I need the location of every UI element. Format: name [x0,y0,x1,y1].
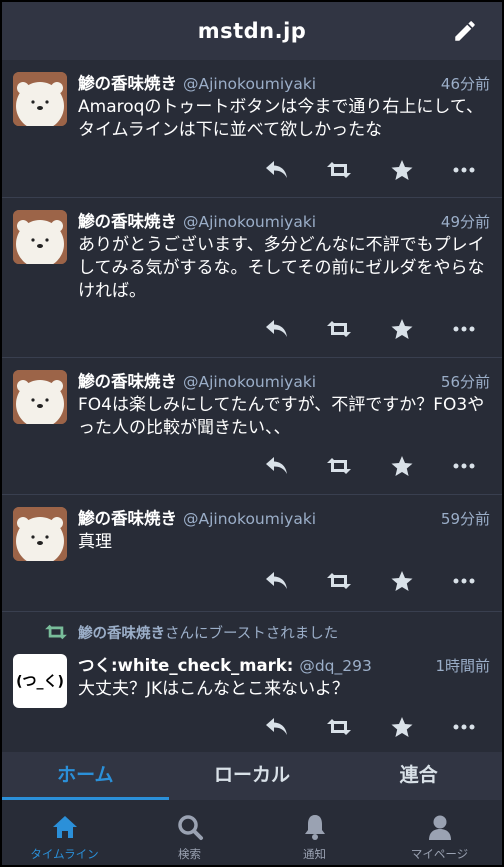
status-actions [2,566,502,596]
status-item[interactable]: 鯵の香味焼き @Ajinokoumiyaki 59分前 真理 [2,495,502,612]
app-header: mstdn.jp [2,2,502,60]
display-name[interactable]: つく:white_check_mark: [78,652,293,676]
favourite-icon[interactable] [387,451,417,481]
avatar[interactable]: (つ_く) [13,654,67,708]
timestamp[interactable]: 1時間前 [435,655,490,676]
timestamp[interactable]: 49分前 [441,211,490,232]
bottom-navigation: タイムライン 検索 通知 マイページ [2,800,502,865]
home-icon [52,816,77,838]
reply-icon[interactable] [262,712,292,742]
boost-icon[interactable] [324,566,354,596]
nav-label: タイムライン [30,847,99,861]
timestamp[interactable]: 56分前 [441,371,490,392]
nav-label: 通知 [303,847,326,861]
user-icon [428,815,451,840]
bell-icon [304,815,325,840]
boost-icon[interactable] [324,712,354,742]
avatar[interactable] [13,210,67,264]
tab-federated[interactable]: 連合 [335,752,502,800]
favourite-icon[interactable] [387,314,417,344]
favourite-icon[interactable] [387,712,417,742]
status-content: 大丈夫？JKはこんなとこ来ないよ？ [78,679,349,699]
boost-suffix: さんにブーストされました [165,626,339,642]
more-icon[interactable] [449,451,479,481]
timestamp[interactable]: 59分前 [441,508,490,529]
booster-name[interactable]: 鯵の香味焼き [78,626,165,642]
timestamp[interactable]: 46分前 [441,73,490,94]
instance-title: mstdn.jp [197,19,307,43]
status-content: ありがとうございます、多分どんなに不評でもプレイしてみる気がするな。そしてその前… [78,235,485,301]
boost-icon[interactable] [324,314,354,344]
more-icon[interactable] [449,712,479,742]
status-item[interactable]: 鯵の香味焼き @Ajinokoumiyaki 49分前 ありがとうございます、多… [2,198,502,358]
status-item[interactable]: 鯵の香味焼きさんにブーストされました (つ_く) つく:white_check_… [2,612,502,752]
account-handle[interactable]: @Ajinokoumiyaki [183,510,316,528]
nav-notifications[interactable]: 通知 [252,800,377,865]
favourite-icon[interactable] [387,566,417,596]
status-actions [2,314,502,344]
nav-timeline[interactable]: タイムライン [2,800,127,865]
status-item[interactable]: 鯵の香味焼き @Ajinokoumiyaki 46分前 Amaroqのトゥートボ… [2,60,502,198]
pencil-icon[interactable] [452,18,478,44]
status-actions [2,712,502,742]
avatar[interactable] [13,72,67,126]
status-content: FO4は楽しみにしてたんですが、不評ですか？FO3やった人の比較が聞きたい、、 [78,395,485,438]
status-actions [2,155,502,185]
display-name[interactable]: 鯵の香味焼き [78,70,177,94]
status-actions [2,451,502,481]
nav-label: マイページ [410,847,469,861]
display-name[interactable]: 鯵の香味焼き [78,505,177,529]
nav-label: 検索 [178,847,201,861]
avatar-text: (つ_く) [16,674,64,690]
status-content: Amaroqのトゥートボタンは今まで通り右上にして、タイムラインは下に並べて欲し… [78,97,484,140]
timeline-tabs: ホーム ローカル 連合 [2,752,502,800]
avatar[interactable] [13,370,67,424]
account-handle[interactable]: @Ajinokoumiyaki [183,213,316,231]
more-icon[interactable] [449,155,479,185]
account-handle[interactable]: @Ajinokoumiyaki [183,373,316,391]
reply-icon[interactable] [262,155,292,185]
nav-mypage[interactable]: マイページ [377,800,502,865]
favourite-icon[interactable] [387,155,417,185]
more-icon[interactable] [449,566,479,596]
display-name[interactable]: 鯵の香味焼き [78,368,177,392]
boost-notice: 鯵の香味焼きさんにブーストされました [78,622,338,643]
account-handle[interactable]: @dq_293 [299,657,372,675]
tab-local[interactable]: ローカル [169,752,336,800]
account-handle[interactable]: @Ajinokoumiyaki [183,75,316,93]
timeline: 鯵の香味焼き @Ajinokoumiyaki 46分前 Amaroqのトゥートボ… [2,60,502,752]
avatar[interactable] [13,507,67,561]
search-icon [177,815,203,840]
more-icon[interactable] [449,314,479,344]
boost-indicator-icon [45,624,67,640]
reply-icon[interactable] [262,314,292,344]
reply-icon[interactable] [262,566,292,596]
boost-icon[interactable] [324,451,354,481]
boost-icon[interactable] [324,155,354,185]
status-content: 真理 [78,532,112,552]
tab-home[interactable]: ホーム [2,752,169,800]
display-name[interactable]: 鯵の香味焼き [78,208,177,232]
reply-icon[interactable] [262,451,292,481]
nav-search[interactable]: 検索 [127,800,252,865]
status-item[interactable]: 鯵の香味焼き @Ajinokoumiyaki 56分前 FO4は楽しみにしてたん… [2,358,502,495]
